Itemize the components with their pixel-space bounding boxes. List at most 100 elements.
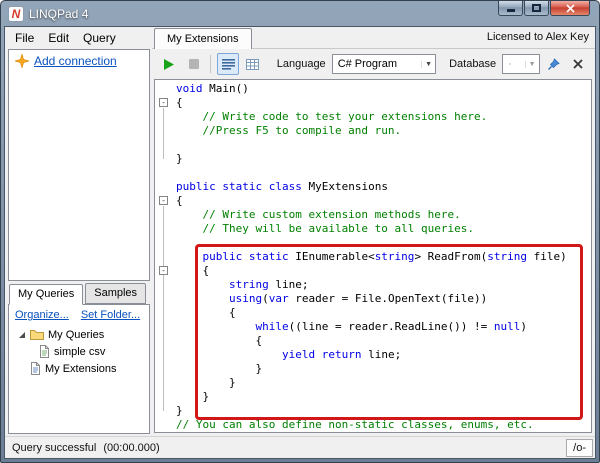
menu-edit[interactable]: Edit (41, 28, 76, 48)
run-icon (164, 58, 175, 70)
folder-icon (30, 329, 44, 340)
window-controls (497, 1, 590, 16)
fold-toggle-icon[interactable]: - (159, 196, 168, 205)
database-select[interactable]: · ▼ (502, 54, 540, 74)
results-format-button[interactable]: /o- (566, 438, 593, 457)
pin-icon (548, 57, 560, 70)
code-line: } (176, 362, 263, 375)
stop-button[interactable] (183, 53, 205, 75)
code-line: { (176, 306, 236, 319)
fold-toggle-icon[interactable]: - (159, 98, 168, 107)
queries-section: My Queries Samples Organize... Set Folde… (8, 283, 150, 434)
set-folder-link[interactable]: Set Folder... (81, 309, 140, 321)
tree-item-label: My Queries (48, 328, 105, 341)
minimize-icon (506, 9, 515, 12)
queries-links: Organize... Set Folder... (9, 306, 149, 325)
code-lines[interactable]: void Main(){ // Write code to test your … (172, 80, 591, 432)
code-line: // Write custom extension methods here. (176, 208, 461, 221)
code-line: string line; (228, 278, 309, 291)
organize-link[interactable]: Organize... (15, 309, 69, 321)
app-window: N LINQPad 4 File Edit Query Add connecti… (0, 0, 600, 463)
extensions-file-icon (31, 362, 40, 375)
stop-icon (188, 59, 199, 69)
database-value: · (508, 58, 512, 70)
titlebar[interactable]: N LINQPad 4 (4, 1, 596, 26)
tree-item-label: My Extensions (45, 362, 117, 375)
license-text: Licensed to Alex Key (486, 31, 589, 43)
code-line: public static class MyExtensions (176, 180, 388, 193)
connections-panel: Add connection (8, 49, 150, 281)
code-line: { (176, 194, 183, 207)
code-line: { (176, 334, 263, 347)
menu-file[interactable]: File (8, 28, 41, 48)
linqpad-logo-icon: N (8, 5, 24, 22)
tab-my-extensions-query[interactable]: My Extensions (154, 28, 252, 49)
close-query-button[interactable] (567, 53, 589, 75)
status-message: Query successful (12, 441, 97, 454)
maximize-button[interactable] (524, 1, 549, 16)
status-bar: Query successful (00:00.000) /o- (5, 436, 595, 458)
tree-item-my-queries[interactable]: My Queries (11, 326, 147, 343)
code-line: public static IEnumerable<string> ReadFr… (202, 250, 567, 263)
chevron-down-icon: ▼ (421, 60, 435, 68)
language-label: Language (276, 58, 326, 70)
code-line: yield return line; (281, 348, 402, 361)
language-value: C# Program (337, 58, 397, 70)
code-line: // You can also define non-static classe… (176, 418, 534, 431)
close-button[interactable] (550, 1, 590, 16)
tab-samples[interactable]: Samples (85, 283, 147, 304)
fold-toggle-icon[interactable]: - (159, 266, 168, 275)
right-panel: My Extensions Licensed to Alex Key Langu… (152, 27, 595, 436)
add-connection[interactable]: Add connection (9, 50, 149, 72)
code-line: } (176, 376, 236, 389)
expander-icon[interactable] (17, 330, 26, 339)
query-toolbar: Language C# Program ▼ Database · ▼ (152, 49, 595, 79)
tree-item-my-extensions[interactable]: My Extensions (11, 360, 147, 377)
code-line: } (176, 404, 183, 417)
add-connection-icon (15, 54, 29, 68)
close-query-icon (573, 59, 583, 69)
tree-item-label: simple csv (54, 345, 106, 358)
query-file-icon (40, 345, 49, 358)
menu-bar: File Edit Query (5, 27, 152, 49)
code-line: using(var reader = File.OpenText(file)) (228, 292, 488, 305)
minimize-button[interactable] (498, 1, 523, 16)
code-line: // They will be available to all queries… (176, 222, 475, 235)
code-line: while((line = reader.ReadLine()) != null… (255, 320, 528, 333)
rich-text-results-button[interactable] (217, 53, 240, 75)
data-grid-results-button[interactable] (242, 53, 264, 75)
window-title: LINQPad 4 (29, 6, 89, 21)
queries-tabs: My Queries Samples (8, 283, 150, 305)
chevron-down-icon: ▼ (524, 60, 539, 68)
add-connection-link[interactable]: Add connection (34, 54, 117, 68)
queries-box: Organize... Set Folder... My Queries sim… (8, 304, 150, 434)
main-area: File Edit Query Add connection My Querie… (5, 27, 595, 436)
tree-item-simple-csv[interactable]: simple csv (11, 343, 147, 360)
status-time: (00:00.000) (103, 441, 160, 454)
fold-gutter: - - - (155, 80, 172, 432)
pin-button[interactable] (543, 53, 565, 75)
tab-my-queries[interactable]: My Queries (9, 284, 84, 305)
toolbar-separator (210, 55, 212, 73)
run-button[interactable] (158, 53, 180, 75)
code-line: //Press F5 to compile and run. (176, 124, 402, 137)
left-panel: File Edit Query Add connection My Querie… (5, 27, 152, 436)
query-tabstrip: My Extensions Licensed to Alex Key (152, 27, 595, 49)
menu-query[interactable]: Query (76, 28, 123, 48)
maximize-icon (532, 4, 541, 12)
code-line: } (176, 152, 183, 165)
code-line: } (176, 390, 210, 403)
language-select[interactable]: C# Program ▼ (331, 54, 437, 74)
database-label: Database (449, 58, 497, 70)
code-line: { (176, 96, 183, 109)
close-icon (565, 3, 575, 13)
fold-line (163, 108, 164, 159)
client-area: File Edit Query Add connection My Querie… (4, 26, 596, 459)
code-editor[interactable]: - - - void Main(){ // Write code to test y… (154, 79, 592, 433)
grid-icon (246, 58, 260, 70)
code-line: { (176, 264, 210, 277)
code-line: void Main() (176, 82, 249, 95)
